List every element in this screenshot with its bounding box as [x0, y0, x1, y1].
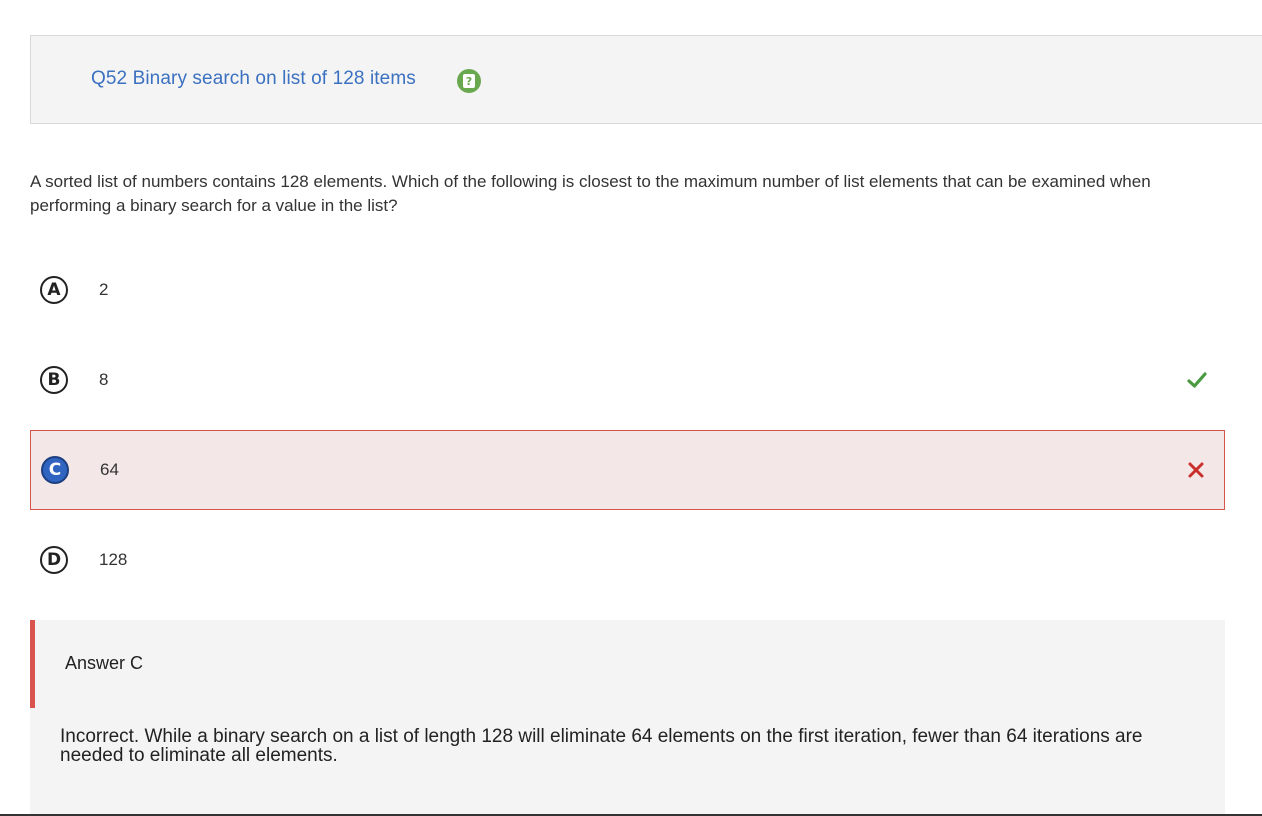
- question-mark-glyph: ?: [463, 74, 475, 88]
- option-letter-c[interactable]: C: [41, 456, 69, 484]
- option-letter-d[interactable]: D: [40, 546, 68, 574]
- option-b[interactable]: B 8: [30, 340, 1225, 420]
- check-icon: [1187, 372, 1207, 388]
- answer-status-bar: [30, 620, 35, 708]
- option-text-a: 2: [99, 280, 109, 299]
- answer-explanation: Incorrect. While a binary search on a li…: [60, 726, 1143, 766]
- close-icon: [1188, 462, 1204, 478]
- option-text-c: 64: [100, 460, 119, 479]
- question-header: Q52 Binary search on list of 128 items ?: [30, 35, 1262, 124]
- question-text: A sorted list of numbers contains 128 el…: [30, 172, 1151, 215]
- option-c[interactable]: C 64: [30, 430, 1225, 510]
- answer-panel: Answer C Incorrect. While a binary searc…: [30, 620, 1225, 816]
- option-text-b: 8: [99, 370, 109, 389]
- option-a[interactable]: A 2: [30, 250, 1225, 330]
- option-d[interactable]: D 128: [30, 520, 1225, 600]
- option-letter-b[interactable]: B: [40, 366, 68, 394]
- help-icon[interactable]: ?: [457, 69, 481, 93]
- answer-title: Answer C: [65, 653, 144, 673]
- option-text-d: 128: [99, 550, 128, 569]
- question-title: Q52 Binary search on list of 128 items: [91, 68, 416, 89]
- option-letter-a[interactable]: A: [40, 276, 68, 304]
